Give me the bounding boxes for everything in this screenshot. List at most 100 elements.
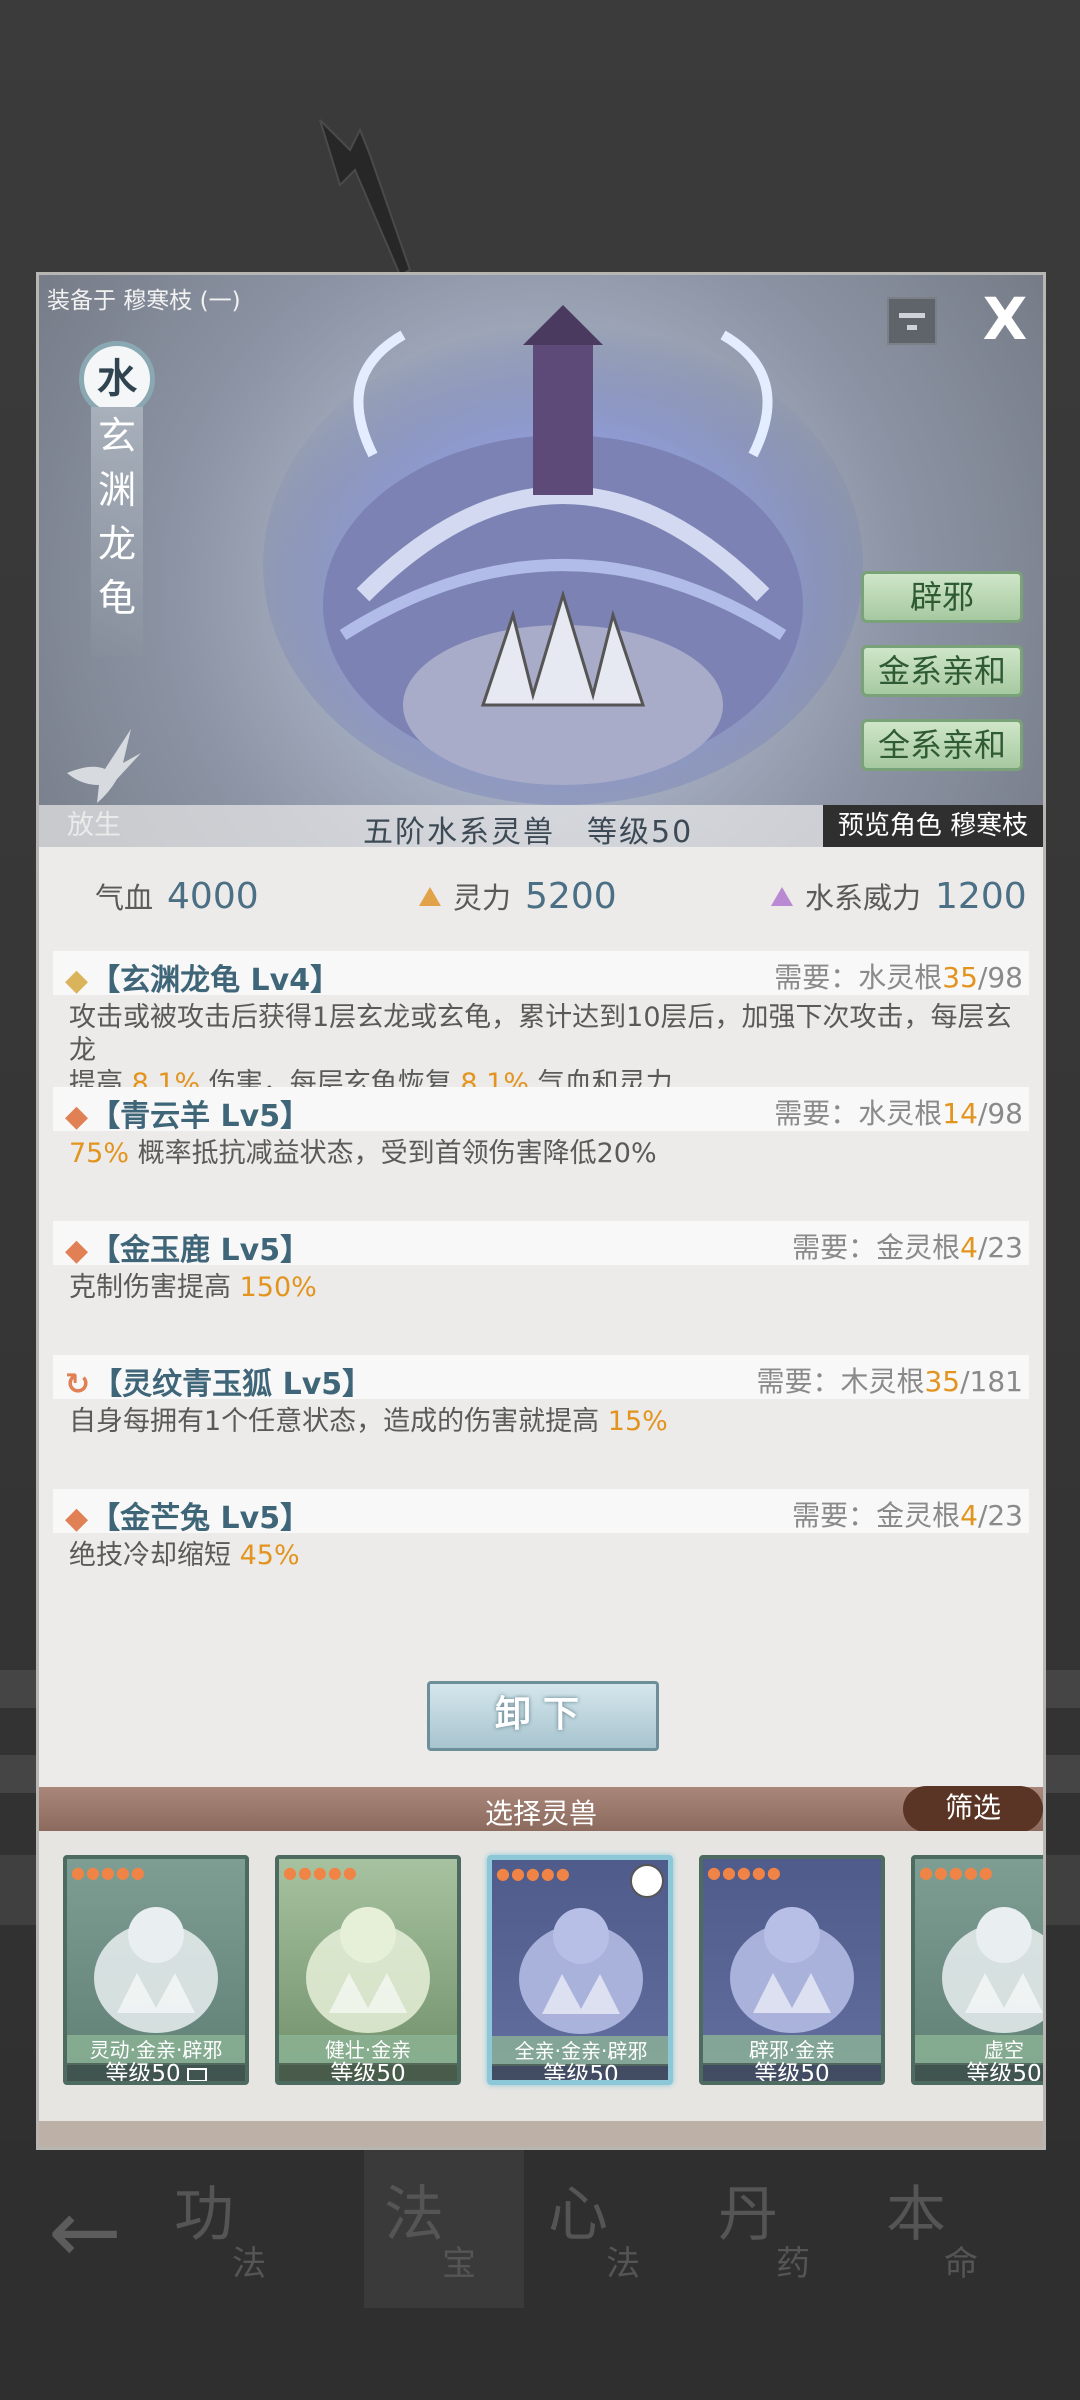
description-line: 75% 概率抵抗减益状态，受到首领伤害降低20% [69, 1137, 1029, 1170]
skill-name: 【金玉鹿 Lv5】 [90, 1233, 311, 1268]
skill-title: ◆【青云羊 Lv5】 [65, 1091, 310, 1135]
requirement-max: /98 [977, 961, 1023, 994]
description-line: 克制伤害提高 150% [69, 1271, 1029, 1304]
requirement-cur: 35 [924, 1365, 961, 1398]
nav-tab-small-char: 法 [232, 2244, 266, 2284]
card-level: 等级50 [279, 2061, 457, 2085]
card-stars: ●●●●● [919, 1863, 994, 1882]
nav-tab[interactable]: 心法 [528, 2148, 688, 2308]
stats-row: 气血 4000 灵力 5200 水系威力 1200 [39, 847, 1043, 939]
skill-header: ◆【青云羊 Lv5】 需要：水灵根14/98 [53, 1087, 1029, 1134]
attribute-tag-metal-affinity[interactable]: 金系亲和 [861, 645, 1023, 697]
nav-tab-big-char: 心 [548, 2180, 608, 2250]
hero-footer: 五阶水系灵兽 等级50 预览角色 穆寒枝 [39, 805, 1043, 850]
attribute-tag-all-affinity[interactable]: 全系亲和 [861, 719, 1023, 771]
element-badge: 水 [79, 341, 155, 417]
skill-header: ↻【灵纹青玉狐 Lv5】 需要：木灵根35/181 [53, 1355, 1029, 1402]
nav-tab-small-char: 法 [606, 2244, 640, 2284]
description-line: 攻击或被攻击后获得1层玄龙或玄龟，累计达到10层后，加强下次攻击，每层玄龙 [69, 1001, 1029, 1067]
sword-icon [319, 119, 412, 277]
beast-card[interactable]: ●●●●● 健壮·金亲 等级50 [275, 1855, 461, 2085]
skill-header: ◆【金玉鹿 Lv5】 需要：金灵根4/23 [53, 1221, 1029, 1268]
equipped-icon [186, 2068, 207, 2081]
requirement-label: 需要： [774, 1097, 859, 1130]
card-level-text: 等级50 [330, 2061, 406, 2085]
beast-portrait [730, 1907, 854, 2033]
beast-illustration [263, 305, 863, 805]
requirement-label: 需要： [774, 961, 859, 994]
requirement-cur: 4 [960, 1499, 978, 1532]
description-text: 攻击或被攻击后获得1层玄龙或玄龟，累计达到10层后，加强下次攻击，每层玄龙 [69, 1002, 1012, 1066]
skill-description: 绝技冷却缩短 45% [69, 1539, 1029, 1572]
skill-requirement: 需要：金灵根4/23 [792, 1226, 1023, 1266]
beast-detail-modal: 装备于 穆寒枝 (一) X 水 玄 渊 龙 龟 放生 辟邪 金系亲和 全系亲和 … [36, 272, 1046, 2150]
unequip-button[interactable]: 卸下 [427, 1681, 659, 1751]
skill-title: ◆【玄渊龙龟 Lv4】 [65, 955, 340, 999]
beast-card[interactable]: ●●●●● 灵动·金亲·辟邪 等级50 [63, 1855, 249, 2085]
nav-tab-big-char: 法 [384, 2180, 444, 2250]
requirement-max: /23 [977, 1499, 1023, 1532]
nav-tab[interactable]: 法宝 [364, 2148, 524, 2308]
card-stars: ●●●●● [496, 1864, 571, 1883]
nav-tab[interactable]: 功法 [154, 2148, 314, 2308]
beast-card[interactable]: ●●●●● 虚空 等级50 [911, 1855, 1043, 2085]
description-text: 概率抵抗减益状态，受到首领伤害降低20% [129, 1138, 657, 1169]
skill-requirement: 需要：水灵根35/98 [774, 956, 1023, 996]
select-beast-bar: 选择灵兽 [39, 1787, 1043, 1831]
skill-title: ↻【灵纹青玉狐 Lv5】 [65, 1359, 372, 1403]
skill-requirement: 需要：水灵根14/98 [774, 1092, 1023, 1132]
beast-name-char: 玄 [97, 414, 136, 458]
preview-role-button[interactable]: 预览角色 穆寒枝 [823, 805, 1043, 847]
beast-card[interactable]: ●●●●● 全亲·金亲·辟邪 等级50 [487, 1855, 673, 2085]
bird-icon[interactable] [61, 723, 145, 805]
requirement-label: 需要： [792, 1499, 877, 1532]
requirement-type: 水灵根 [858, 1097, 943, 1130]
requirement-label: 需要： [792, 1231, 877, 1264]
skill-marker-icon: ◆ [65, 1099, 89, 1134]
rank-level-label: 五阶水系灵兽 等级50 [363, 815, 694, 850]
close-button[interactable]: X [977, 289, 1033, 349]
attribute-tag-ward-evil[interactable]: 辟邪 [861, 571, 1023, 623]
beast-name-char: 渊 [97, 468, 136, 512]
requirement-type: 水灵根 [858, 961, 943, 994]
skill-title: ◆【金玉鹿 Lv5】 [65, 1225, 310, 1269]
skill-title: ◆【金芒兔 Lv5】 [65, 1493, 310, 1537]
share-icon[interactable] [887, 297, 937, 345]
nav-tab-big-char: 功 [174, 2180, 234, 2250]
beast-card-list[interactable]: ●●●●● 灵动·金亲·辟邪 等级50 ●●●●● 健壮·金亲 等级50 ●●●●● 全亲·金… [39, 1831, 1043, 2121]
skill-marker-icon: ◆ [65, 1233, 89, 1268]
beast-name-char: 龙 [97, 522, 136, 566]
description-text: 克制伤害提高 [69, 1272, 240, 1303]
card-level: 等级50 [915, 2063, 1043, 2081]
skill-requirement: 需要：木灵根35/181 [756, 1360, 1023, 1400]
nav-tab[interactable]: 本命 [866, 2148, 1026, 2308]
card-level-text: 等级50 [105, 2061, 181, 2085]
skill-description: 自身每拥有1个任意状态，造成的伤害就提高 15% [69, 1405, 1029, 1438]
beast-portrait [306, 1907, 430, 2033]
skill-description: 克制伤害提高 150% [69, 1271, 1029, 1304]
skill-name: 【玄渊龙龟 Lv4】 [90, 963, 341, 998]
requirement-max: /23 [977, 1231, 1023, 1264]
card-stars: ●●●●● [71, 1863, 146, 1882]
highlight-value: 15% [607, 1406, 668, 1437]
back-button[interactable]: ← [48, 2188, 122, 2276]
highlight-value: 75% [69, 1138, 130, 1169]
nav-tab[interactable]: 丹药 [698, 2148, 858, 2308]
card-level: 等级50 [703, 2063, 881, 2081]
stat-value: 1200 [935, 876, 1027, 917]
card-stars: ●●●●● [707, 1863, 782, 1882]
skill-name: 【青云羊 Lv5】 [90, 1099, 311, 1134]
triangle-icon [419, 887, 441, 906]
select-beast-title: 选择灵兽 [484, 1797, 597, 1830]
stat-water-power: 水系威力 1200 [771, 875, 1027, 917]
modal-bottom-strip [39, 2121, 1043, 2147]
beast-hero-panel: 装备于 穆寒枝 (一) X 水 玄 渊 龙 龟 放生 辟邪 金系亲和 全系亲和 … [39, 275, 1043, 850]
beast-card[interactable]: ●●●●● 辟邪·金亲 等级50 [699, 1855, 885, 2085]
card-level: 等级50 [67, 2061, 245, 2085]
highlight-value: 150% [239, 1272, 317, 1303]
description-line: 自身每拥有1个任意状态，造成的伤害就提高 15% [69, 1405, 1029, 1438]
filter-button[interactable]: 筛选 [903, 1786, 1043, 1832]
nav-tab-big-char: 本 [886, 2180, 946, 2250]
card-level-text: 等级50 [543, 2062, 619, 2085]
skill-description: 攻击或被攻击后获得1层玄龙或玄龟，累计达到10层后，加强下次攻击，每层玄龙 提高 … [69, 1001, 1029, 1100]
